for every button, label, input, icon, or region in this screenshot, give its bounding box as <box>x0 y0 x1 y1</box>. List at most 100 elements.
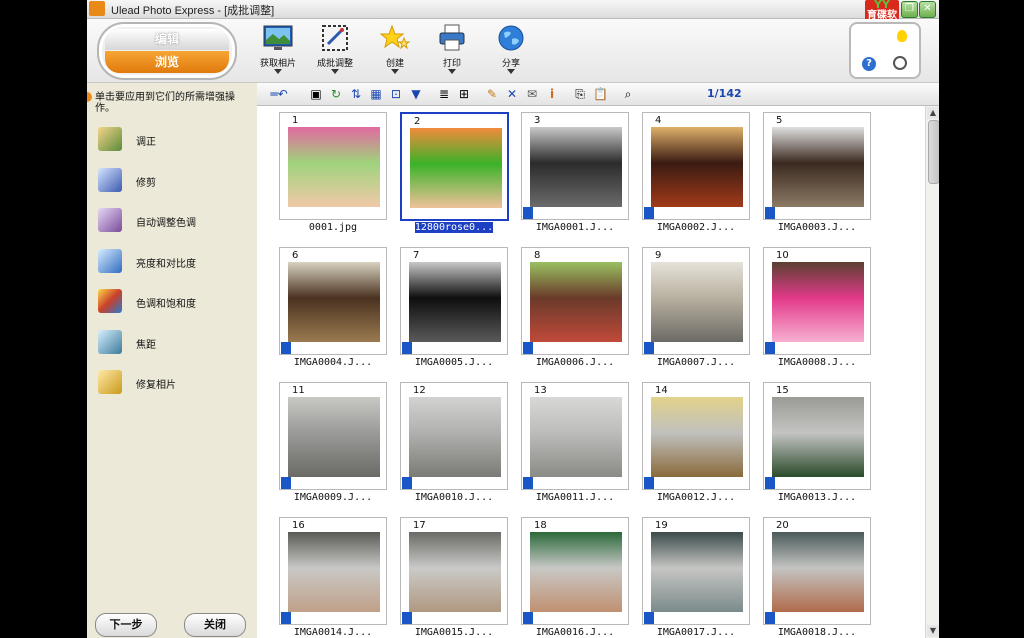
thumbnail-number: 16 <box>292 520 305 531</box>
thumbnail-item[interactable]: 1 0001.jpg <box>279 112 387 233</box>
sort-icon[interactable]: ⇅ <box>349 87 363 101</box>
thumbnail-frame: 16 <box>279 517 387 625</box>
scroll-down-icon[interactable]: ▼ <box>927 625 939 637</box>
tool-crop[interactable]: 修剪 <box>98 168 248 194</box>
hint-marker <box>87 92 92 102</box>
thumbnail-filename-text: IMGA0001.J... <box>535 222 615 233</box>
thumbnail-number: 13 <box>534 385 547 396</box>
tool-label: 调正 <box>136 137 156 148</box>
print-label: 打印 <box>442 59 461 69</box>
calendar-icon[interactable]: ▣ <box>309 87 323 101</box>
tip-bulb-icon[interactable] <box>897 30 907 42</box>
fullscreen-icon[interactable]: ⊡ <box>389 87 403 101</box>
exif-badge-icon <box>523 612 533 624</box>
thumbnail-item[interactable]: 6 IMGA0004.J... <box>279 247 387 368</box>
thumbnail-item[interactable]: 9 IMGA0007.J... <box>642 247 750 368</box>
app-window: Ulead Photo Express - [成批调整] YY育碟软件 ❐ ✕ … <box>87 0 939 638</box>
thumbnail-view-icon[interactable]: ⊞ <box>457 87 471 101</box>
tool-repair-photo[interactable]: 修复相片 <box>98 370 248 396</box>
thumbnail-item[interactable]: 15 IMGA0013.J... <box>763 382 871 503</box>
exif-badge-icon <box>644 342 654 354</box>
fit-icon[interactable]: ▦ <box>369 87 383 101</box>
enhance-panel: 单击要应用到它们的所需增强操作。 调正 修剪 自动调整色调 亮度和对比度 色调和… <box>87 83 257 638</box>
tool-hue-saturation[interactable]: 色调和饱和度 <box>98 289 248 315</box>
thumbnail-item[interactable]: 3 IMGA0001.J... <box>521 112 629 233</box>
refresh-icon[interactable]: ↻ <box>329 87 343 101</box>
tool-focus[interactable]: 焦距 <box>98 330 248 356</box>
batch-adjust-button[interactable]: 成批调整 <box>307 21 363 79</box>
thumbnail-image <box>772 127 864 207</box>
monitor-icon <box>263 25 293 50</box>
paste-icon[interactable]: 📋 <box>593 87 608 101</box>
vertical-scrollbar[interactable]: ▲ ▼ <box>925 106 939 638</box>
thumbnail-item[interactable]: 16 IMGA0014.J... <box>279 517 387 638</box>
thumbnail-number: 20 <box>776 520 789 531</box>
scan-icon[interactable]: ⌕ <box>621 87 635 101</box>
thumbnail-item[interactable]: 4 IMGA0002.J... <box>642 112 750 233</box>
thumbnail-number: 8 <box>534 250 541 261</box>
exif-badge-icon <box>281 612 291 624</box>
thumbnail-filename-text: IMGA0008.J... <box>777 357 857 368</box>
delete-icon[interactable]: ✕ <box>505 87 519 101</box>
thumbnail-filename: IMGA0003.J... <box>763 222 871 233</box>
tool-label: 自动调整色调 <box>136 218 196 229</box>
next-step-button[interactable]: 下一步 <box>95 613 157 637</box>
browse-mode-button[interactable]: 浏览 <box>105 51 229 73</box>
thumbnail-item[interactable]: 7 IMGA0005.J... <box>400 247 508 368</box>
mail-icon[interactable]: ✉ <box>525 87 539 101</box>
thumbnail-grid: 1 0001.jpg 2 12800rose0... 3 IMGA0001.J... 4 IM… <box>257 106 925 638</box>
thumbnail-item[interactable]: 13 IMGA0011.J... <box>521 382 629 503</box>
create-button[interactable]: 创建 <box>367 21 423 79</box>
restore-button[interactable]: ❐ <box>901 1 918 18</box>
copy-icon[interactable]: ⎘ <box>573 87 587 101</box>
scrollbar-thumb[interactable] <box>928 120 939 184</box>
thumbnail-frame: 4 <box>642 112 750 220</box>
info-icon[interactable]: i <box>545 87 559 101</box>
thumbnail-filename: IMGA0008.J... <box>763 357 871 368</box>
thumbnail-filename: 12800rose0... <box>400 222 508 233</box>
thumbnail-image <box>772 532 864 612</box>
scroll-up-icon[interactable]: ▲ <box>927 107 939 119</box>
exif-badge-icon <box>644 612 654 624</box>
filter-icon[interactable]: ▼ <box>409 87 423 101</box>
browser-toolbar: ═↶ ▣ ↻ ⇅ ▦ ⊡ ▼ ≣ ⊞ ✎ ✕ ✉ i ⎘ 📋 ⌕ 1/142 <box>257 83 939 106</box>
thumbnail-item[interactable]: 20 IMGA0018.J... <box>763 517 871 638</box>
thumbnail-item[interactable]: 5 IMGA0003.J... <box>763 112 871 233</box>
thumbnail-item[interactable]: 8 IMGA0006.J... <box>521 247 629 368</box>
help-icon[interactable]: ? <box>862 57 876 71</box>
tool-auto-tone[interactable]: 自动调整色调 <box>98 208 248 234</box>
edit-mode-button[interactable]: 编辑 <box>105 29 229 50</box>
thumbnail-item[interactable]: 2 12800rose0... <box>400 112 509 233</box>
thumbnail-filename: IMGA0001.J... <box>521 222 629 233</box>
get-photos-label: 获取相片 <box>259 59 296 69</box>
search-icon[interactable] <box>893 56 907 70</box>
thumbnail-image <box>530 262 622 342</box>
thumbnail-number: 11 <box>292 385 305 396</box>
thumbnail-item[interactable]: 11 IMGA0009.J... <box>279 382 387 503</box>
tool-straighten[interactable]: 调正 <box>98 127 248 153</box>
thumbnail-filename: IMGA0012.J... <box>642 492 750 503</box>
thumbnail-item[interactable]: 19 IMGA0017.J... <box>642 517 750 638</box>
thumbnail-item[interactable]: 18 IMGA0016.J... <box>521 517 629 638</box>
print-button[interactable]: 打印 <box>424 21 480 79</box>
thumbnail-frame: 10 <box>763 247 871 355</box>
thumbnail-filename: 0001.jpg <box>279 222 387 233</box>
thumbnail-filename: IMGA0017.J... <box>642 627 750 638</box>
list-view-icon[interactable]: ≣ <box>437 87 451 101</box>
thumbnail-frame: 14 <box>642 382 750 490</box>
tool-brightness-contrast[interactable]: 亮度和对比度 <box>98 249 248 275</box>
close-button[interactable]: 关闭 <box>184 613 246 637</box>
thumbnail-filename-text: IMGA0015.J... <box>414 627 494 638</box>
thumbnail-item[interactable]: 12 IMGA0010.J... <box>400 382 508 503</box>
get-photos-button[interactable]: 获取相片 <box>250 21 306 79</box>
thumbnail-filename-text: IMGA0009.J... <box>293 492 373 503</box>
thumbnail-item[interactable]: 10 IMGA0008.J... <box>763 247 871 368</box>
close-window-button[interactable]: ✕ <box>919 1 936 18</box>
tool-label: 色调和饱和度 <box>136 299 196 310</box>
select-all-icon[interactable]: ═↶ <box>261 87 297 101</box>
thumbnail-item[interactable]: 14 IMGA0012.J... <box>642 382 750 503</box>
pencil-icon[interactable]: ✎ <box>485 87 499 101</box>
thumbnail-image <box>530 127 622 207</box>
thumbnail-item[interactable]: 17 IMGA0015.J... <box>400 517 508 638</box>
share-button[interactable]: 分享 <box>483 21 539 79</box>
